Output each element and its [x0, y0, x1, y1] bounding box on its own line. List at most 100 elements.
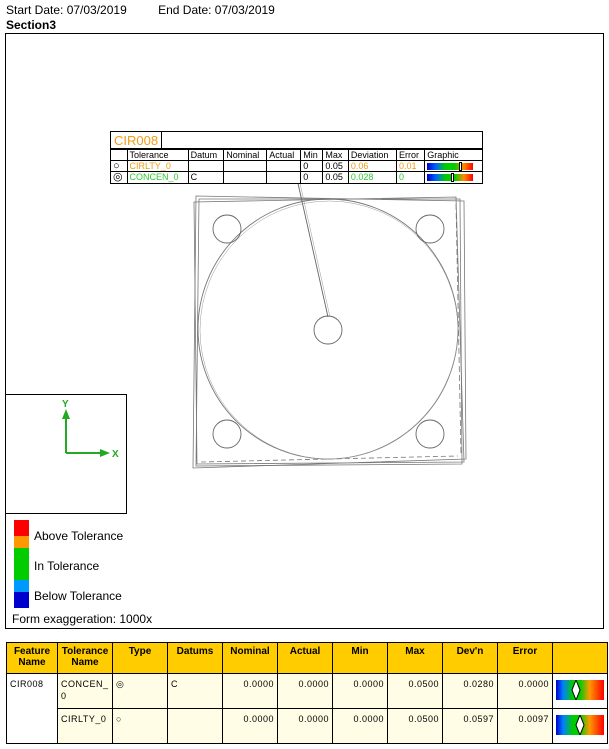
circularity-symbol-icon: ○ — [111, 160, 128, 172]
legend-swatch-green — [14, 548, 29, 580]
deviation-bar-icon — [556, 715, 604, 735]
fcf-deviation: 0.028 — [347, 171, 397, 183]
section-title: Section3 — [6, 18, 57, 32]
fcf-col-min: Min — [300, 149, 324, 161]
concentricity-symbol-icon: ◎ — [111, 171, 128, 183]
nominal-cell: 0.0000 — [222, 673, 278, 709]
col-tolerance-name: Tolerance Name — [57, 642, 113, 674]
graphic-cell — [552, 708, 608, 744]
center-circle — [313, 315, 343, 345]
legend-swatch-lightblue — [14, 580, 29, 592]
fcf-col-max: Max — [322, 149, 349, 161]
fcf-feature-title: CIR008 — [111, 132, 163, 148]
col-datums: Datums — [167, 642, 223, 674]
fcf-row-concentricity[interactable]: ◎ CONCEN_0 C 0 0.05 0.028 0 — [111, 171, 482, 183]
legend-below: Below Tolerance — [34, 589, 122, 603]
deviation-bar-icon — [556, 680, 604, 700]
fcf-min: 0 — [300, 171, 324, 183]
legend-swatch-orange — [14, 536, 29, 548]
datums-cell — [167, 708, 223, 744]
col-feature-name: Feature Name — [6, 642, 58, 674]
max-cell: 0.0500 — [387, 673, 443, 709]
axis-triad: Y X — [6, 394, 127, 514]
table-row[interactable]: CIR008 CONCEN_0 ◎ C 0.0000 0.0000 0.0000… — [6, 673, 608, 744]
fcf-datum — [187, 160, 225, 172]
end-date: End Date: 07/03/2019 — [158, 3, 275, 17]
legend-in: In Tolerance — [34, 559, 100, 573]
devn-cell: 0.0597 — [442, 708, 498, 744]
axis-triad-icon: Y X — [62, 399, 119, 460]
col-max: Max — [387, 642, 443, 674]
fcf-max: 0.05 — [322, 160, 349, 172]
hole-bottom-right — [415, 419, 445, 449]
y-axis-label: Y — [62, 399, 69, 410]
fcf-col-deviation: Deviation — [347, 149, 397, 161]
plate-outline — [192, 195, 467, 469]
fcf-deviation: 0.06 — [347, 160, 397, 172]
max-cell: 0.0500 — [387, 708, 443, 744]
actual-cell: 0.0000 — [277, 673, 333, 709]
legend-swatch-blue — [14, 592, 29, 608]
cad-viewport[interactable]: CIR008 Tolerance Datum Nominal Actual Mi… — [5, 33, 604, 629]
error-cell: 0.0097 — [497, 708, 553, 744]
actual-cell: 0.0000 — [277, 708, 333, 744]
concentricity-type-icon: ◎ — [112, 673, 168, 709]
tolerance-bar-icon — [427, 162, 474, 172]
start-date: Start Date: 07/03/2019 — [6, 3, 127, 17]
fcf-nominal — [223, 160, 268, 172]
feature-control-frame[interactable]: CIR008 Tolerance Datum Nominal Actual Mi… — [110, 131, 483, 184]
fcf-row-circularity[interactable]: ○ CIRLTY_0 0 0.05 0.06 0.01 — [111, 160, 482, 172]
col-devn: Dev'n — [442, 642, 498, 674]
table-row[interactable]: CIRLTY_0 ○ 0.0000 0.0000 0.0000 0.0500 0… — [7, 708, 608, 744]
fcf-symbol-col — [111, 149, 128, 161]
fcf-col-tolerance: Tolerance — [126, 149, 189, 161]
legend-above: Above Tolerance — [34, 529, 124, 543]
circularity-type-icon: ○ — [112, 708, 168, 744]
fcf-col-actual: Actual — [266, 149, 302, 161]
fcf-error: 0 — [395, 171, 426, 183]
col-nominal: Nominal — [222, 642, 278, 674]
fcf-graphic — [424, 171, 482, 183]
fcf-col-nominal: Nominal — [223, 149, 268, 161]
hole-top-left — [212, 214, 242, 244]
x-axis-label: X — [112, 449, 119, 460]
fcf-tolerance-name: CONCEN_0 — [126, 171, 189, 183]
form-exaggeration: Form exaggeration: 1000x — [12, 612, 153, 626]
feature-name-cell: CIR008 — [6, 673, 58, 744]
fcf-graphic — [424, 160, 482, 172]
hole-top-right — [415, 214, 445, 244]
graphic-cell — [552, 673, 608, 709]
fcf-col-datum: Datum — [187, 149, 225, 161]
legend-swatch-red — [14, 520, 29, 536]
tolerance-bar-icon — [427, 173, 474, 183]
nominal-cell: 0.0000 — [222, 708, 278, 744]
fcf-nominal — [223, 171, 268, 183]
devn-cell: 0.0280 — [442, 673, 498, 709]
tolerance-name-cell: CIRLTY_0 — [57, 708, 113, 744]
fcf-actual — [266, 171, 302, 183]
min-cell: 0.0000 — [332, 708, 388, 744]
fcf-header-row: Tolerance Datum Nominal Actual Min Max D… — [111, 149, 482, 161]
legend-color-bar — [14, 520, 29, 608]
datums-cell: C — [167, 673, 223, 709]
tolerance-name-cell: CONCEN_0 — [57, 673, 113, 709]
fcf-col-error: Error — [395, 149, 426, 161]
results-table: Feature Name Tolerance Name Type Datums … — [6, 642, 608, 744]
fcf-tolerance-name: CIRLTY_0 — [126, 160, 189, 172]
fcf-col-graphic: Graphic — [424, 149, 482, 161]
fcf-min: 0 — [300, 160, 324, 172]
report-dates: Start Date: 07/03/2019 End Date: 07/03/2… — [6, 3, 303, 17]
results-header-row: Feature Name Tolerance Name Type Datums … — [6, 642, 608, 674]
hole-bottom-left — [212, 419, 242, 449]
fcf-table: Tolerance Datum Nominal Actual Min Max D… — [111, 149, 482, 183]
fcf-max: 0.05 — [322, 171, 349, 183]
col-error: Error — [497, 642, 553, 674]
col-type: Type — [112, 642, 168, 674]
fcf-error: 0.01 — [395, 160, 426, 172]
col-graphic — [552, 642, 608, 674]
min-cell: 0.0000 — [332, 673, 388, 709]
error-cell: 0.0000 — [497, 673, 553, 709]
fcf-actual — [266, 160, 302, 172]
col-min: Min — [332, 642, 388, 674]
col-actual: Actual — [277, 642, 333, 674]
